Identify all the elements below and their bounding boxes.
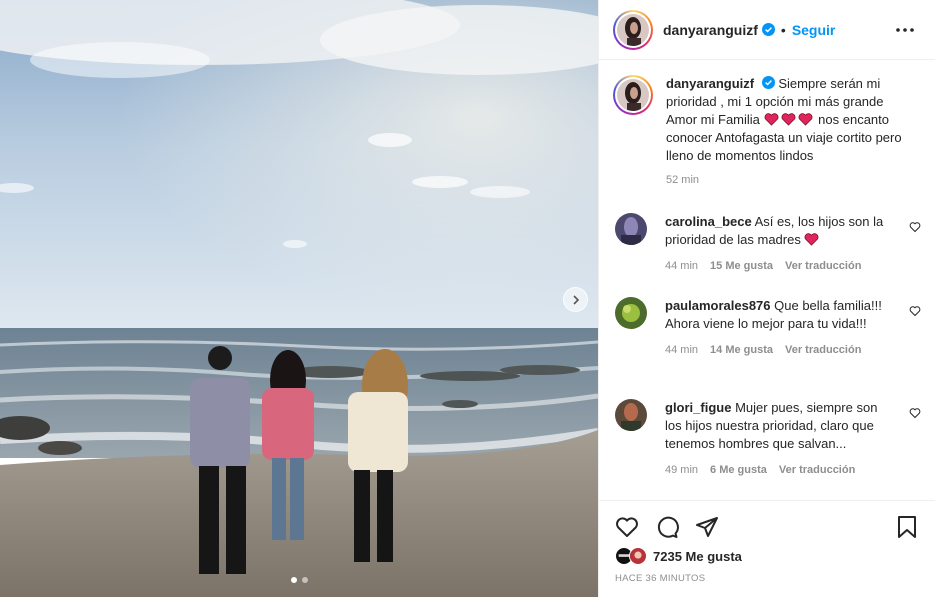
save-button[interactable] <box>896 515 920 539</box>
author-avatar-image <box>617 13 649 46</box>
caption-username[interactable]: danyaranguizf <box>666 76 754 91</box>
likes-row: 7235 Me gusta <box>599 541 935 565</box>
caption-avatar[interactable] <box>613 75 653 115</box>
author-avatar[interactable] <box>613 9 653 50</box>
comment-likes[interactable]: 14 Me gusta <box>710 341 773 359</box>
comment-button[interactable] <box>655 515 679 539</box>
share-button[interactable] <box>695 515 719 539</box>
header-separator: • <box>780 21 786 38</box>
see-translation-link[interactable]: Ver traducción <box>779 461 855 479</box>
like-comment-heart-icon[interactable] <box>909 407 921 419</box>
carousel-dot-active <box>290 577 297 583</box>
verified-badge-icon <box>761 23 775 36</box>
post-header: danyaranguizf • Seguir <box>599 0 935 60</box>
see-translation-link[interactable]: Ver traducción <box>785 341 861 359</box>
red-heart-emoji-icon <box>764 113 778 126</box>
see-translation-link[interactable]: Ver traducción <box>785 257 861 275</box>
comment-username[interactable]: paulamorales876 <box>665 298 771 313</box>
likes-count[interactable]: 7235 Me gusta <box>653 549 742 564</box>
red-heart-emoji-icon <box>798 113 812 126</box>
red-heart-emoji-icon <box>805 233 819 246</box>
comment-time: 44 min <box>665 260 699 272</box>
caption-avatar-image <box>617 79 649 111</box>
caption-time: 52 min <box>666 174 700 186</box>
heart-icon <box>616 517 638 537</box>
more-horizontal-icon <box>896 28 914 32</box>
author-username[interactable]: danyaranguizf <box>663 22 758 38</box>
beach-family-photo <box>0 0 598 597</box>
likers-avatars[interactable] <box>615 547 647 565</box>
like-comment-heart-icon[interactable] <box>909 221 921 233</box>
post-side-panel: danyaranguizf • Seguir danyaranguizf Sie… <box>598 0 935 597</box>
comments-section[interactable]: danyaranguizf Siempre serán mi prioridad… <box>599 61 935 500</box>
like-button[interactable] <box>615 515 639 539</box>
comment-likes[interactable]: 6 Me gusta <box>710 461 767 479</box>
comment-time: 44 min <box>665 344 699 356</box>
comment-time: 49 min <box>665 464 699 476</box>
next-slide-button[interactable] <box>563 287 588 312</box>
verified-badge-icon <box>761 76 775 89</box>
carousel-dot <box>301 577 308 583</box>
like-comment-heart-icon[interactable] <box>909 305 921 317</box>
more-options-button[interactable] <box>895 20 915 40</box>
carousel-dots <box>0 577 598 583</box>
post-caption: danyaranguizf Siempre serán mi prioridad… <box>599 61 935 189</box>
comment-username[interactable]: carolina_bece <box>665 214 752 229</box>
comment-item: carolina_bece Así es, los hijos son la p… <box>615 213 921 275</box>
comment-item: paulamorales876 Que bella familia!!! Aho… <box>615 297 921 359</box>
follow-button[interactable]: Seguir <box>792 22 836 38</box>
commenter-avatar[interactable] <box>615 297 647 329</box>
comment-item: glori_figue Mujer pues, siempre son los … <box>615 399 921 479</box>
paper-plane-icon <box>696 517 718 537</box>
post-date[interactable]: HACE 36 MINUTOS <box>599 565 935 584</box>
post-actions: 7235 Me gusta HACE 36 MINUTOS <box>599 500 935 597</box>
liker-avatar <box>629 547 647 565</box>
post-photo[interactable] <box>0 0 598 597</box>
comment-likes[interactable]: 15 Me gusta <box>710 257 773 275</box>
caption-body: danyaranguizf Siempre serán mi prioridad… <box>666 75 906 189</box>
bookmark-icon <box>898 516 916 538</box>
comment-bubble-icon <box>657 516 679 538</box>
comment-username[interactable]: glori_figue <box>665 400 731 415</box>
commenter-avatar[interactable] <box>615 399 647 431</box>
commenter-avatar[interactable] <box>615 213 647 245</box>
chevron-right-icon <box>572 294 579 305</box>
red-heart-emoji-icon <box>781 113 795 126</box>
